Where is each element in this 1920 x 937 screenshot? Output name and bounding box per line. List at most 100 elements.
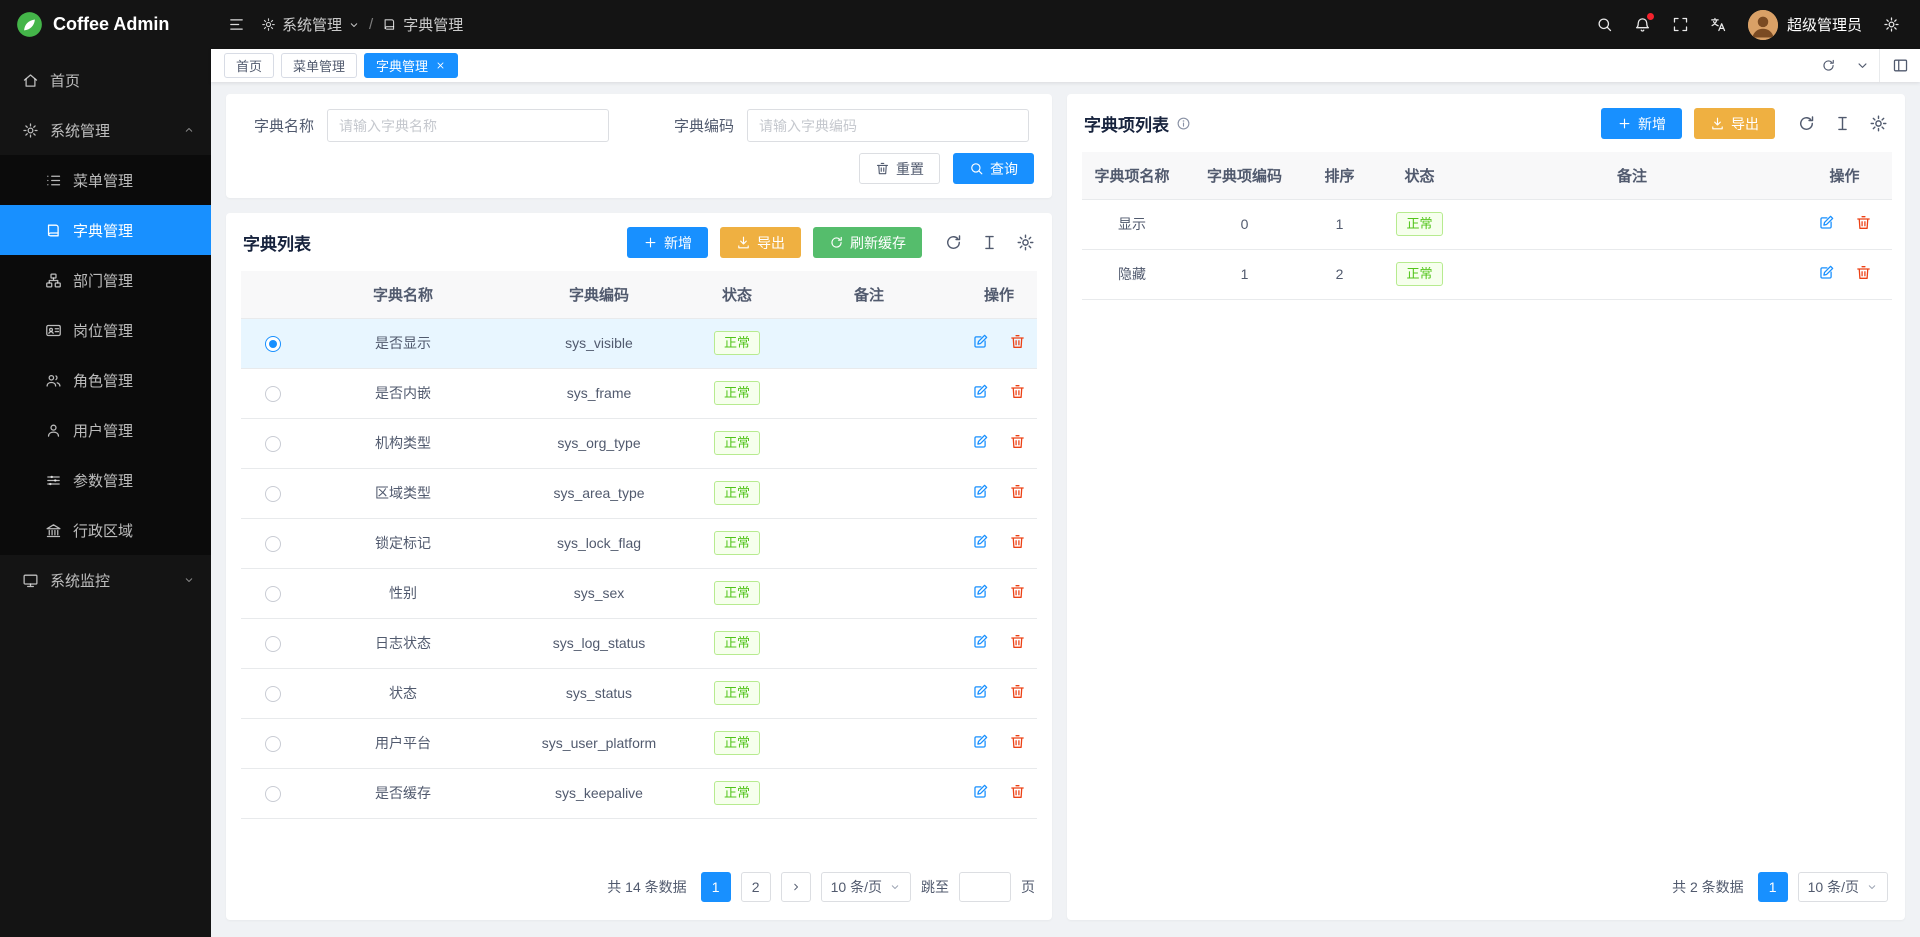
dict-row[interactable]: 是否缓存sys_keepalive正常 [241, 768, 1037, 818]
edit-icon[interactable] [972, 783, 989, 800]
row-radio[interactable] [265, 536, 281, 552]
row-radio[interactable] [265, 386, 281, 402]
export-item-button[interactable]: 导出 [1694, 108, 1775, 139]
sidebar-item-dept-mgmt[interactable]: 部门管理 [0, 255, 211, 305]
sidebar-item-monitor[interactable]: 系统监控 [0, 555, 211, 605]
trash-icon[interactable] [1009, 733, 1026, 750]
edit-icon[interactable] [972, 383, 989, 400]
tab-actions-dropdown[interactable] [1845, 49, 1879, 82]
edit-icon[interactable] [972, 433, 989, 450]
dict-row[interactable]: 区域类型sys_area_type正常 [241, 468, 1037, 518]
next-page-button[interactable] [781, 872, 811, 902]
edit-icon[interactable] [972, 533, 989, 550]
tab-dict-mgmt[interactable]: 字典管理 [364, 53, 458, 78]
tab-menu-mgmt[interactable]: 菜单管理 [281, 53, 357, 78]
dict-row[interactable]: 状态sys_status正常 [241, 668, 1037, 718]
breadcrumb-parent[interactable]: 系统管理 [261, 14, 360, 35]
trash-icon[interactable] [1009, 333, 1026, 350]
reset-button[interactable]: 重置 [859, 153, 940, 184]
sidebar-item-menu-mgmt[interactable]: 菜单管理 [0, 155, 211, 205]
dict-row[interactable]: 锁定标记sys_lock_flag正常 [241, 518, 1037, 568]
refresh-page-button[interactable] [1811, 49, 1845, 82]
row-radio[interactable] [265, 636, 281, 652]
page-button-2[interactable]: 2 [741, 872, 771, 902]
column-height-icon[interactable] [980, 233, 999, 252]
layout-setting-button[interactable] [1879, 49, 1920, 82]
table-settings-icon[interactable] [1016, 233, 1035, 252]
sidebar-item-region-mgmt[interactable]: 行政区域 [0, 505, 211, 555]
collapse-sidebar-icon[interactable] [228, 16, 245, 33]
reset-label: 重置 [896, 159, 924, 179]
settings-icon[interactable] [1883, 16, 1900, 33]
user-menu[interactable]: 超级管理员 [1748, 10, 1862, 40]
sidebar-item-post-mgmt[interactable]: 岗位管理 [0, 305, 211, 355]
trash-icon[interactable] [1009, 783, 1026, 800]
refresh-cache-button[interactable]: 刷新缓存 [813, 227, 922, 258]
close-icon[interactable] [435, 60, 446, 71]
dict-row[interactable]: 是否显示sys_visible正常 [241, 318, 1037, 368]
table-settings-icon[interactable] [1869, 114, 1888, 133]
row-radio[interactable] [265, 736, 281, 752]
page-size-select[interactable]: 10 条/页 [821, 872, 911, 902]
sidebar-item-system[interactable]: 系统管理 [0, 105, 211, 155]
sidebar-item-user-mgmt[interactable]: 用户管理 [0, 405, 211, 455]
edit-icon[interactable] [972, 683, 989, 700]
dict-row[interactable]: 机构类型sys_org_type正常 [241, 418, 1037, 468]
fullscreen-icon[interactable] [1672, 16, 1689, 33]
dict-code-cell: sys_lock_flag [501, 518, 697, 568]
trash-icon[interactable] [1009, 583, 1026, 600]
dict-row[interactable]: 日志状态sys_log_status正常 [241, 618, 1037, 668]
trash-icon[interactable] [1009, 683, 1026, 700]
edit-icon[interactable] [972, 633, 989, 650]
sidebar-item-param-mgmt[interactable]: 参数管理 [0, 455, 211, 505]
edit-icon[interactable] [1818, 214, 1835, 231]
dict-name-input[interactable] [327, 109, 609, 142]
dict-row[interactable]: 用户平台sys_user_platform正常 [241, 718, 1037, 768]
trash-icon[interactable] [1009, 633, 1026, 650]
sidebar-item-dict-mgmt[interactable]: 字典管理 [0, 205, 211, 255]
column-height-icon[interactable] [1833, 114, 1852, 133]
edit-icon[interactable] [972, 483, 989, 500]
page-size-select[interactable]: 10 条/页 [1798, 872, 1888, 902]
dict-item-row[interactable]: 显示01正常 [1082, 199, 1892, 249]
page-button-1[interactable]: 1 [701, 872, 731, 902]
trash-icon[interactable] [1855, 264, 1872, 281]
edit-icon[interactable] [1818, 264, 1835, 281]
dict-code-cell: sys_sex [501, 568, 697, 618]
page-button-1[interactable]: 1 [1758, 872, 1788, 902]
query-button[interactable]: 查询 [953, 153, 1034, 184]
edit-icon[interactable] [972, 333, 989, 350]
jump-page-input[interactable] [959, 872, 1011, 902]
dict-row[interactable]: 性别sys_sex正常 [241, 568, 1037, 618]
refresh-table-icon[interactable] [944, 233, 963, 252]
row-radio[interactable] [265, 686, 281, 702]
trash-icon[interactable] [1009, 483, 1026, 500]
row-radio[interactable] [265, 336, 281, 352]
tab-home[interactable]: 首页 [224, 53, 274, 78]
add-item-button[interactable]: 新增 [1601, 108, 1682, 139]
translate-icon[interactable] [1710, 16, 1727, 33]
add-dict-button[interactable]: 新增 [627, 227, 708, 258]
row-radio[interactable] [265, 486, 281, 502]
trash-icon[interactable] [1855, 214, 1872, 231]
trash-icon[interactable] [1009, 433, 1026, 450]
dict-code-cell: sys_log_status [501, 618, 697, 668]
sidebar-item-role-mgmt[interactable]: 角色管理 [0, 355, 211, 405]
app-root: Coffee Admin 首页系统管理菜单管理字典管理部门管理岗位管理角色管理用… [0, 0, 1920, 937]
edit-icon[interactable] [972, 583, 989, 600]
export-dict-button[interactable]: 导出 [720, 227, 801, 258]
radio-column-header [241, 271, 305, 318]
trash-icon[interactable] [1009, 533, 1026, 550]
row-radio[interactable] [265, 786, 281, 802]
edit-icon[interactable] [972, 733, 989, 750]
dict-code-input[interactable] [747, 109, 1029, 142]
row-radio[interactable] [265, 436, 281, 452]
dict-item-row[interactable]: 隐藏12正常 [1082, 249, 1892, 299]
sidebar-item-home[interactable]: 首页 [0, 55, 211, 105]
trash-icon[interactable] [1009, 383, 1026, 400]
refresh-table-icon[interactable] [1797, 114, 1816, 133]
notifications-button[interactable] [1634, 16, 1651, 33]
search-icon[interactable] [1596, 16, 1613, 33]
dict-row[interactable]: 是否内嵌sys_frame正常 [241, 368, 1037, 418]
row-radio[interactable] [265, 586, 281, 602]
